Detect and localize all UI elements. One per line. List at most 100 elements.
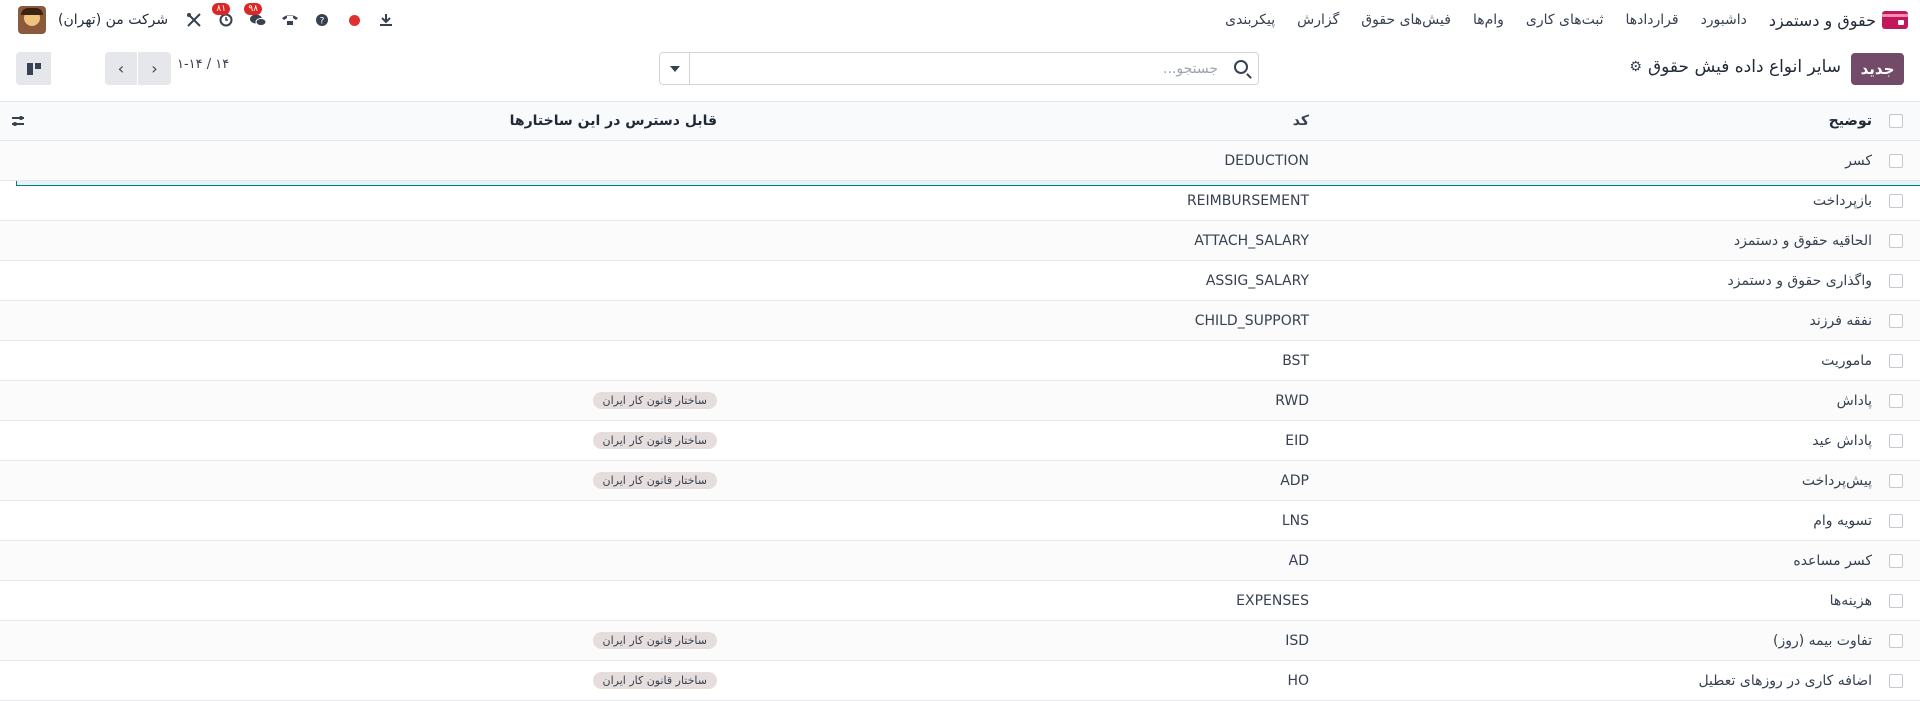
table-row[interactable]: پیش‌پرداخت ADP ساختار قانون کار ایران bbox=[0, 461, 1920, 501]
menu-item-work-entries[interactable]: ثبت‌های کاری bbox=[1526, 12, 1604, 28]
payroll-app-icon bbox=[1882, 11, 1908, 29]
row-description: پاداش bbox=[1836, 392, 1872, 409]
row-code: ATTACH_SALARY bbox=[1194, 232, 1309, 249]
table-row[interactable]: واگذاری حقوق و دستمزد ASSIG_SALARY bbox=[0, 261, 1920, 301]
row-select-cell bbox=[1872, 513, 1920, 528]
help-icon[interactable]: ? bbox=[312, 10, 332, 30]
kanban-view-icon bbox=[26, 62, 41, 75]
structure-tag: ساختار قانون کار ایران bbox=[592, 432, 717, 449]
row-code: REIMBURSEMENT bbox=[1186, 192, 1309, 209]
structure-tag: ساختار قانون کار ایران bbox=[592, 672, 717, 689]
row-checkbox[interactable] bbox=[1889, 553, 1903, 568]
tools-icon[interactable] bbox=[184, 10, 204, 30]
company-switcher[interactable]: شرکت من (تهران) bbox=[58, 12, 168, 28]
table-row[interactable]: پاداش RWD ساختار قانون کار ایران bbox=[0, 381, 1920, 421]
row-checkbox[interactable] bbox=[1889, 353, 1903, 368]
row-code: AD bbox=[1288, 552, 1309, 569]
row-checkbox[interactable] bbox=[1889, 593, 1903, 608]
kanban-view-button[interactable] bbox=[16, 52, 51, 85]
row-description: الحاقیه حقوق و دستمزد bbox=[1733, 232, 1872, 249]
chevron-right-icon: › bbox=[151, 59, 158, 78]
optional-columns-icon[interactable] bbox=[10, 114, 26, 128]
menu-item-dashboard[interactable]: داشبورد bbox=[1701, 12, 1747, 28]
structure-tag: ساختار قانون کار ایران bbox=[592, 632, 717, 649]
row-structures: ساختار قانون کار ایران bbox=[582, 632, 717, 649]
row-code: LNS bbox=[1281, 512, 1309, 529]
menu-item-payslips[interactable]: فیش‌های حقوق bbox=[1361, 12, 1451, 28]
chat-icon[interactable]: ۹۸ bbox=[244, 3, 268, 30]
select-all-checkbox[interactable] bbox=[1889, 114, 1903, 128]
row-code: CHILD_SUPPORT bbox=[1194, 312, 1309, 329]
row-checkbox[interactable] bbox=[1889, 393, 1903, 408]
row-select-cell bbox=[1872, 193, 1920, 208]
column-header-structures[interactable]: قابل دسترس در این ساختارها bbox=[510, 113, 717, 129]
recording-dot-icon[interactable] bbox=[344, 10, 364, 30]
row-checkbox[interactable] bbox=[1889, 273, 1903, 288]
table-row[interactable]: تسویه وام LNS bbox=[0, 501, 1920, 541]
user-avatar[interactable] bbox=[18, 6, 46, 34]
row-checkbox[interactable] bbox=[1889, 233, 1903, 248]
pager-next-button[interactable]: › bbox=[138, 52, 171, 85]
row-structures: ساختار قانون کار ایران bbox=[582, 432, 717, 449]
row-checkbox[interactable] bbox=[1889, 153, 1903, 168]
view-switcher bbox=[16, 52, 1920, 186]
row-select-cell bbox=[1872, 553, 1920, 568]
column-header-code[interactable]: کد bbox=[716, 113, 1312, 129]
table-row[interactable]: اضافه کاری در روزهای تعطیل HO ساختار قانون… bbox=[0, 661, 1920, 701]
settings-gear-icon[interactable]: ⚙ bbox=[1629, 59, 1642, 75]
search-input[interactable] bbox=[690, 53, 1258, 84]
row-code: ISD bbox=[1285, 632, 1309, 649]
select-all-cell bbox=[1872, 114, 1920, 128]
clock-icon[interactable]: ۸۱ bbox=[212, 3, 236, 30]
records-table: توضیح کد قابل دسترس در این ساختارها کسر D… bbox=[0, 101, 1920, 701]
menu-item-loans[interactable]: وام‌ها bbox=[1473, 12, 1504, 28]
row-code: RWD bbox=[1275, 392, 1309, 409]
table-row[interactable]: هزینه‌ها EXPENSES bbox=[0, 581, 1920, 621]
row-structures: ساختار قانون کار ایران bbox=[582, 392, 717, 409]
pager-value[interactable]: ۱-۱۴ / ۱۴ bbox=[177, 57, 229, 72]
search-options-toggle[interactable] bbox=[660, 53, 690, 84]
structure-tag: ساختار قانون کار ایران bbox=[592, 472, 717, 489]
row-description: تفاوت بیمه (روز) bbox=[1772, 632, 1872, 649]
row-select-cell bbox=[1872, 353, 1920, 368]
row-select-cell bbox=[1872, 393, 1920, 408]
row-checkbox[interactable] bbox=[1889, 193, 1903, 208]
table-row[interactable]: تفاوت بیمه (روز) ISD ساختار قانون کار ایرا… bbox=[0, 621, 1920, 661]
table-body: کسر DEDUCTION بازپرداخت REIMBURSEMENT الحاقی… bbox=[0, 141, 1920, 701]
table-row[interactable]: الحاقیه حقوق و دستمزد ATTACH_SALARY bbox=[0, 221, 1920, 261]
table-row[interactable]: بازپرداخت REIMBURSEMENT bbox=[0, 181, 1920, 221]
column-header-description[interactable]: توضیح bbox=[1312, 113, 1872, 129]
row-code: BST bbox=[1282, 352, 1309, 369]
pager-buttons: ‹ › bbox=[105, 52, 171, 85]
row-checkbox[interactable] bbox=[1889, 433, 1903, 448]
row-description: کسر مساعده bbox=[1793, 552, 1872, 569]
new-button[interactable]: جدید bbox=[1851, 53, 1904, 85]
table-row[interactable]: ماموریت BST bbox=[0, 341, 1920, 381]
row-description: هزینه‌ها bbox=[1829, 592, 1872, 609]
table-row[interactable]: کسر مساعده AD bbox=[0, 541, 1920, 581]
phone-icon[interactable] bbox=[280, 10, 300, 30]
row-description: تسویه وام bbox=[1813, 512, 1872, 529]
row-checkbox[interactable] bbox=[1889, 513, 1903, 528]
download-icon[interactable] bbox=[376, 10, 396, 30]
top-navbar: حقوق و دستمزد داشبورد قراردادها ثبت‌های … bbox=[0, 0, 1920, 40]
row-checkbox[interactable] bbox=[1889, 633, 1903, 648]
row-description: اضافه کاری در روزهای تعطیل bbox=[1698, 672, 1872, 689]
row-description: واگذاری حقوق و دستمزد bbox=[1727, 272, 1872, 289]
table-row[interactable]: پاداش عید EID ساختار قانون کار ایران bbox=[0, 421, 1920, 461]
menu-item-configuration[interactable]: پیکربندی bbox=[1225, 12, 1275, 28]
structure-tag: ساختار قانون کار ایران bbox=[592, 392, 717, 409]
row-checkbox[interactable] bbox=[1889, 673, 1903, 688]
row-checkbox[interactable] bbox=[1889, 313, 1903, 328]
menu-item-reporting[interactable]: گزارش bbox=[1297, 12, 1339, 28]
caret-down-icon bbox=[669, 65, 680, 72]
table-row[interactable]: نفقه فرزند CHILD_SUPPORT bbox=[0, 301, 1920, 341]
table-row[interactable]: کسر DEDUCTION bbox=[0, 141, 1920, 181]
app-brand[interactable]: حقوق و دستمزد bbox=[1769, 11, 1908, 30]
search-icon[interactable] bbox=[1234, 60, 1248, 74]
menu-item-contracts[interactable]: قراردادها bbox=[1625, 12, 1678, 28]
row-checkbox[interactable] bbox=[1889, 473, 1903, 488]
row-select-cell bbox=[1872, 673, 1920, 688]
pager-previous-button[interactable]: ‹ bbox=[105, 52, 138, 85]
row-description: پاداش عید bbox=[1812, 432, 1872, 449]
